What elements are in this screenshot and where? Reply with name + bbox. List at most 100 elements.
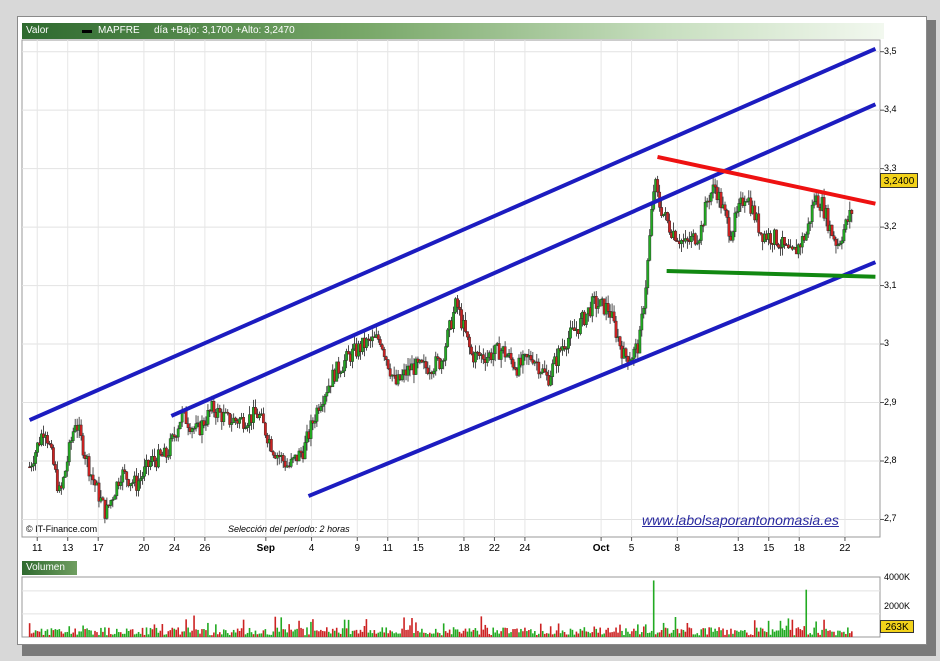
volume-bar	[747, 635, 750, 637]
candle-body	[378, 339, 382, 346]
volume-bar	[201, 629, 203, 637]
volume-bar	[795, 628, 798, 637]
volume-bar	[763, 631, 766, 637]
volume-bar	[286, 632, 288, 637]
candle-body	[470, 346, 473, 355]
candle-body	[139, 478, 142, 482]
volume-bar	[179, 634, 181, 637]
candle-body	[269, 439, 273, 452]
volume-bar	[147, 634, 150, 637]
volume-bar	[181, 631, 183, 637]
volume-bar	[732, 633, 734, 637]
volume-bar	[819, 634, 821, 637]
volume-bar	[258, 633, 261, 637]
candle-body	[757, 213, 761, 233]
volume-bar	[524, 627, 526, 637]
volume-bar	[357, 633, 360, 637]
volume-bar	[488, 633, 491, 637]
volume-bar	[316, 630, 318, 637]
candle-body	[206, 410, 210, 425]
volume-bar	[415, 622, 417, 637]
volume-bar	[90, 630, 92, 637]
candle-body	[313, 421, 317, 424]
candle-body	[644, 287, 648, 309]
volume-bar	[549, 626, 552, 637]
candle-body	[491, 353, 495, 360]
candle-body	[351, 348, 354, 362]
volume-bar	[781, 628, 784, 637]
candle-body	[725, 210, 729, 218]
volume-bar	[706, 634, 708, 637]
candle-body	[158, 449, 162, 455]
candle-body	[432, 370, 436, 375]
candle-body	[598, 299, 602, 307]
volume-bar	[236, 628, 239, 637]
candle-body	[341, 370, 345, 373]
x-tick-label: 24	[519, 543, 531, 554]
candle-body	[806, 223, 810, 235]
volume-bar	[197, 629, 199, 637]
volume-bar	[36, 631, 39, 637]
volume-bar	[553, 633, 556, 637]
candle-body	[509, 353, 513, 360]
x-tick-label: 24	[168, 543, 180, 554]
volume-bar	[793, 635, 796, 637]
candle-body	[289, 458, 293, 467]
candle-body	[727, 217, 731, 237]
volume-bar	[605, 629, 607, 637]
candle-body	[172, 434, 176, 437]
volume-bar	[40, 628, 43, 637]
volume-bar	[264, 629, 267, 637]
candle-body	[731, 231, 735, 241]
volume-bar	[684, 631, 687, 637]
volume-bar	[480, 616, 483, 637]
volume-bar	[809, 633, 812, 637]
candle-body	[808, 221, 812, 224]
volume-bar	[270, 634, 273, 637]
volume-bar	[714, 628, 716, 637]
volume-bar	[34, 630, 37, 637]
volume-bar	[504, 627, 506, 637]
volume-bar	[492, 627, 495, 637]
volume-bar	[66, 631, 69, 637]
volume-bar	[56, 629, 59, 637]
volume-bar	[799, 629, 802, 637]
volume-bar	[361, 631, 364, 637]
volume-bar	[125, 628, 128, 637]
candle-body	[713, 184, 717, 188]
volume-bar	[601, 634, 603, 637]
volume-bar	[213, 632, 215, 637]
candle-body	[50, 443, 53, 448]
website-watermark[interactable]: www.labolsaporantonomasia.es	[642, 512, 839, 528]
volume-bar	[62, 633, 65, 637]
candle-body	[113, 495, 117, 500]
candle-body	[67, 442, 71, 463]
candle-body	[34, 452, 37, 464]
candle-body	[382, 349, 386, 357]
volume-bar	[460, 633, 463, 637]
volume-bar	[169, 630, 172, 637]
volume-bar	[474, 628, 477, 637]
volume-bar	[375, 633, 378, 637]
volume-bar	[627, 631, 629, 637]
volume-bar	[708, 627, 710, 637]
volume-bar	[547, 633, 550, 637]
volume-bar	[726, 629, 728, 637]
volume-bar	[765, 632, 768, 637]
volume-bar	[716, 630, 718, 637]
volume-bar	[694, 634, 697, 637]
volume-bar	[296, 628, 298, 637]
volume-bar	[50, 628, 53, 637]
volume-bar	[284, 629, 286, 637]
volume-bar	[183, 631, 185, 637]
volume-bar	[219, 632, 221, 637]
volume-bar	[177, 627, 180, 637]
volume-bar	[498, 633, 500, 637]
volume-bar	[244, 634, 247, 637]
volume-bar	[417, 630, 419, 637]
volume-bar	[421, 628, 423, 637]
volume-bar	[845, 633, 847, 637]
candle-body	[699, 224, 703, 241]
volume-bar	[149, 627, 152, 637]
volume-bar	[771, 629, 774, 637]
